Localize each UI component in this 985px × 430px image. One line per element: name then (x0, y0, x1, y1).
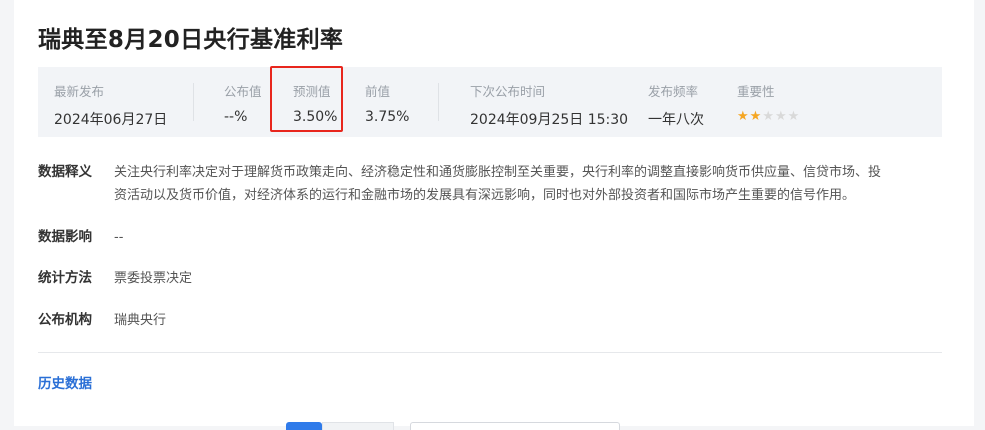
stat-next-release: 下次公布时间 2024年09月25日 15:30 (470, 81, 628, 129)
star-empty-icon: ★ (762, 109, 774, 124)
stat-value: 3.75% (365, 109, 410, 125)
stat-label: 发布频率 (648, 84, 699, 99)
star-empty-icon: ★ (774, 109, 787, 124)
stat-label: 最新发布 (54, 84, 105, 99)
importance-stars: ★ ★ ★ ★ ★ (737, 110, 799, 123)
detail-publisher: 公布机构 瑞典央行 (38, 309, 166, 332)
select-dropdown[interactable] (410, 422, 620, 430)
detail-impact: 数据影响 -- (38, 226, 123, 249)
stat-value: 2024年09月25日 15:30 (470, 112, 629, 128)
detail-label: 数据影响 (38, 229, 92, 245)
detail-label: 公布机构 (38, 312, 92, 328)
stat-value: 2024年06月27日 (54, 112, 168, 128)
page-title: 瑞典至8月20日央行基准利率 (38, 27, 344, 53)
stat-previous: 前值 3.75% (365, 81, 409, 125)
detail-label: 统计方法 (38, 270, 92, 286)
star-filled-icon: ★ (749, 109, 762, 124)
stat-label: 重要性 (737, 84, 775, 99)
toggle-button[interactable] (322, 422, 394, 430)
stat-label: 预测值 (293, 84, 331, 99)
indicator-card: 瑞典至8月20日央行基准利率 最新发布 2024年06月27日 公布值 --% … (14, 0, 974, 430)
detail-value: 票委投票决定 (114, 271, 193, 286)
section-divider (38, 352, 942, 353)
stat-label: 公布值 (224, 84, 262, 99)
detail-line: 关注央行利率决定对于理解货币政策走向、经济稳定性和通货膨胀控制至关重要，央行利率… (114, 165, 882, 180)
detail-value: 关注央行利率决定对于理解货币政策走向、经济稳定性和通货膨胀控制至关重要，央行利率… (114, 161, 881, 207)
stat-label: 下次公布时间 (470, 84, 546, 99)
detail-method: 统计方法 票委投票决定 (38, 267, 192, 290)
divider (193, 83, 194, 121)
stat-value: 一年八次 (648, 112, 704, 128)
stat-label: 前值 (365, 84, 391, 99)
star-empty-icon: ★ (787, 109, 800, 124)
divider (438, 83, 439, 121)
detail-label: 数据释义 (38, 164, 92, 180)
stat-frequency: 发布频率 一年八次 (648, 81, 704, 129)
star-filled-icon: ★ (737, 109, 749, 124)
stat-importance: 重要性 ★ ★ ★ ★ ★ (737, 81, 799, 123)
detail-interpretation: 数据释义 关注央行利率决定对于理解货币政策走向、经济稳定性和通货膨胀控制至关重要… (38, 161, 881, 207)
toggle-button-active[interactable] (286, 422, 322, 430)
stat-published: 公布值 --% (224, 81, 262, 125)
stat-forecast: 预测值 3.50% (293, 81, 337, 125)
stats-bar: 最新发布 2024年06月27日 公布值 --% 预测值 3.50% 前值 3.… (38, 66, 942, 137)
history-data-tab[interactable]: 历史数据 (38, 372, 92, 392)
detail-line: 资活动以及货币价值，对经济体系的运行和金融市场的发展具有深远影响，同时也对外部投… (114, 188, 856, 203)
detail-value: 瑞典央行 (114, 313, 167, 328)
stat-latest-release: 最新发布 2024年06月27日 (54, 81, 167, 129)
stat-value: --% (224, 109, 248, 125)
detail-value: -- (114, 230, 124, 245)
stat-value: 3.50% (293, 109, 338, 125)
